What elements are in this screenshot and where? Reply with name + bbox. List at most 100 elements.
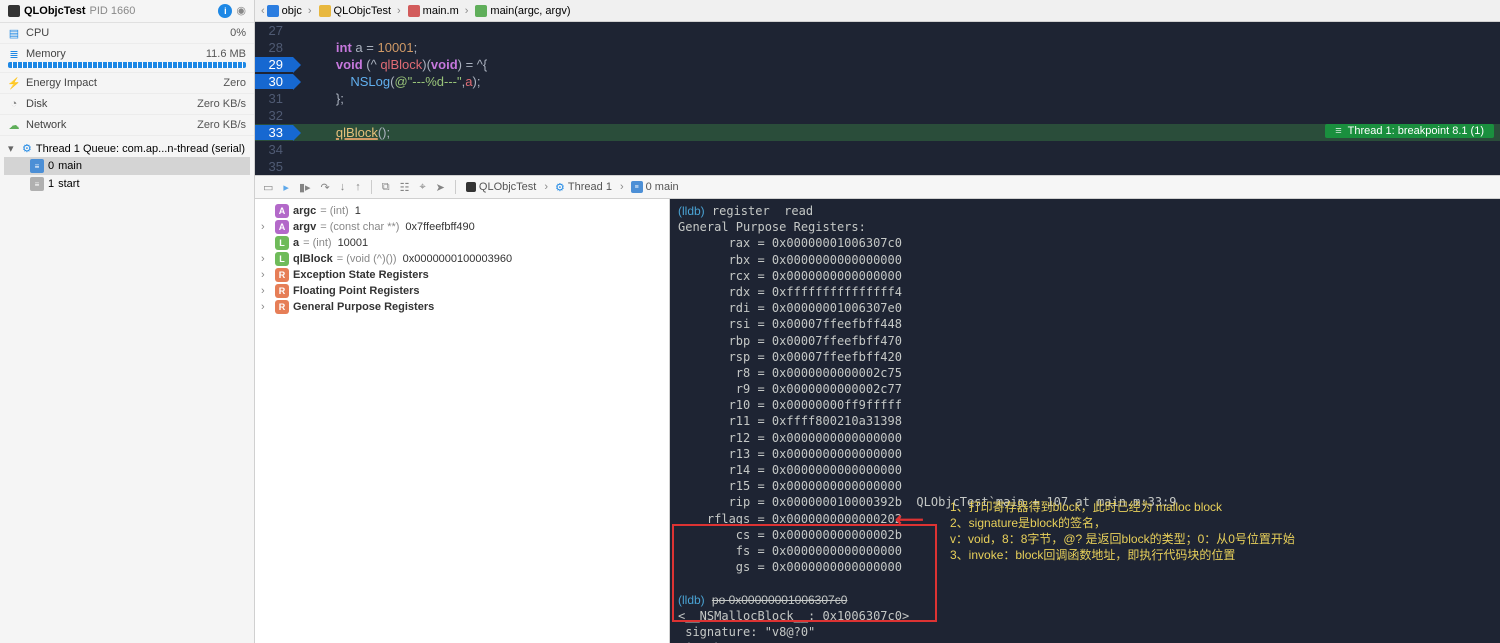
breadcrumb-icon (475, 5, 487, 17)
breadcrumb-segment[interactable]: QLObjcTest (304, 5, 391, 17)
variable-name: a (293, 237, 299, 249)
line-number[interactable]: 31 (255, 91, 293, 106)
metric-row[interactable]: ◔DiskZero KB/s (0, 94, 254, 115)
debug-breadcrumb[interactable]: QLObjcTest ⚙Thread 1 ≡0 main (466, 181, 679, 194)
breadcrumb-segment[interactable]: main(argc, argv) (461, 5, 571, 17)
code-line[interactable]: 27 (255, 22, 1500, 39)
toolbar-separator (455, 180, 456, 194)
step-out-icon[interactable]: ↑ (355, 181, 361, 193)
line-number[interactable]: 29 (255, 57, 293, 72)
variable-value: 1 (355, 205, 361, 217)
code-line[interactable]: 29 void (^ qlBlock)(void) = ^{ (255, 56, 1500, 73)
code-line[interactable]: 31 }; (255, 90, 1500, 107)
frame-name: start (58, 178, 79, 190)
line-number[interactable]: 33 (255, 125, 293, 140)
disclosure-icon[interactable]: › (261, 269, 271, 281)
location-icon[interactable]: ➤ (436, 181, 445, 194)
code-line[interactable]: 34 (255, 141, 1500, 158)
back-icon[interactable]: ‹ (261, 5, 265, 17)
metric-value: Zero KB/s (197, 119, 246, 131)
memory-icon[interactable]: ☷ (400, 181, 410, 194)
debug-crumb-segment[interactable]: ≡0 main (616, 181, 679, 193)
line-number[interactable]: 28 (255, 40, 293, 55)
breakpoint-flag[interactable]: ≡Thread 1: breakpoint 8.1 (1) (1325, 124, 1494, 138)
step-over-icon[interactable]: ↷ (321, 181, 330, 194)
metric-row[interactable]: ☁NetworkZero KB/s (0, 115, 254, 136)
breadcrumb-segment[interactable]: objc (267, 5, 302, 17)
variable-name: argc (293, 205, 316, 217)
variable-row[interactable]: ›RGeneral Purpose Registers (261, 299, 663, 315)
debug-navigator-sidebar: QLObjcTest PID 1660 i ◉ ▤CPU0%≣Memory11.… (0, 0, 255, 643)
variable-row[interactable]: ›Aargv = (const char **) 0x7ffeefbff490 (261, 219, 663, 235)
code-line[interactable]: 33 qlBlock(); ≡Thread 1: breakpoint 8.1 (… (255, 124, 1500, 141)
editor-wrap: 2728 int a = 10001;29 void (^ qlBlock)(v… (255, 22, 1500, 175)
breadcrumb-label: main(argc, argv) (490, 5, 570, 17)
process-pid: PID 1660 (90, 5, 136, 17)
variables-view[interactable]: Aargc = (int) 1›Aargv = (const char **) … (255, 199, 670, 643)
metric-value: 11.6 MB (206, 48, 246, 60)
line-number[interactable]: 34 (255, 142, 293, 157)
main-area: ‹ objc QLObjcTest main.m main(argc, argv) 2… (255, 0, 1500, 643)
code-line[interactable]: 28 int a = 10001; (255, 39, 1500, 56)
continue-icon[interactable]: ▮▸ (299, 181, 311, 194)
eye-icon[interactable]: ◉ (236, 4, 246, 18)
metric-row[interactable]: ▤CPU0% (0, 23, 254, 44)
annotation-text: 2、signature是block的签名， (950, 515, 1106, 531)
hide-debug-icon[interactable]: ▭ (263, 181, 273, 194)
disclosure-icon[interactable]: › (261, 301, 271, 313)
thread-icon: ⚙ (22, 142, 32, 155)
arrow-icon: ⟵ (895, 507, 924, 534)
breadcrumb-label: objc (282, 5, 302, 17)
stack-frame-row[interactable]: ≡ 0 main (4, 157, 250, 175)
line-number[interactable]: 32 (255, 108, 293, 123)
toolbar-separator (371, 180, 372, 194)
code-content: }; (293, 91, 344, 106)
code-line[interactable]: 32 (255, 107, 1500, 124)
frame-num: 0 (48, 160, 54, 172)
disclosure-icon[interactable]: › (261, 253, 271, 265)
variable-row[interactable]: Aargc = (int) 1 (261, 203, 663, 219)
disclosure-icon[interactable]: ▾ (8, 142, 18, 155)
disclosure-icon[interactable]: › (261, 285, 271, 297)
stack-frame-row[interactable]: ≡1 start (4, 175, 250, 193)
thread-label: Thread 1 Queue: com.ap...n-thread (seria… (36, 143, 245, 155)
frame-num: 1 (48, 178, 54, 190)
spray-icon[interactable]: ⌖ (419, 181, 425, 194)
annotation-text: v：void，8：8字节，@? 是返回block的类型；0：从0号位置开始 (950, 531, 1295, 547)
debug-crumb-segment[interactable]: ⚙Thread 1 (540, 181, 612, 194)
metric-label: Disk (26, 98, 191, 110)
code-content: qlBlock(); (293, 125, 390, 140)
code-line[interactable]: 30 NSLog(@"---%d---",a); (255, 73, 1500, 90)
debug-crumb-segment[interactable]: QLObjcTest (466, 181, 536, 193)
lldb-console[interactable]: (lldb) register read General Purpose Reg… (670, 199, 1500, 643)
line-number[interactable]: 35 (255, 159, 293, 174)
variable-row[interactable]: ›RException State Registers (261, 267, 663, 283)
disclosure-icon[interactable]: › (261, 221, 271, 233)
metric-value: Zero (223, 77, 246, 89)
frame-name: main (58, 160, 82, 172)
variable-row[interactable]: ›RFloating Point Registers (261, 283, 663, 299)
disk-icon: ◔ (8, 98, 20, 110)
variable-row[interactable]: La = (int) 10001 (261, 235, 663, 251)
breadcrumb-label: QLObjcTest (334, 5, 391, 17)
code-editor[interactable]: 2728 int a = 10001;29 void (^ qlBlock)(v… (255, 22, 1500, 175)
line-number[interactable]: 30 (255, 74, 293, 89)
variable-name: qlBlock (293, 253, 333, 265)
code-line[interactable]: 35 (255, 158, 1500, 175)
view-icon[interactable]: ⧉ (382, 181, 390, 194)
step-into-icon[interactable]: ↓ (340, 181, 346, 193)
info-icon[interactable]: i (218, 4, 232, 18)
mem-icon: ≣ (8, 48, 20, 60)
thread-row[interactable]: ▾ ⚙ Thread 1 Queue: com.ap...n-thread (s… (4, 140, 250, 157)
line-number[interactable]: 27 (255, 23, 293, 38)
breadcrumb-segment[interactable]: main.m (393, 5, 459, 17)
debug-area: Aargc = (int) 1›Aargv = (const char **) … (255, 199, 1500, 643)
frame-badge: ≡ (30, 159, 44, 173)
breakpoints-icon[interactable]: ▸ (283, 181, 289, 194)
metric-label: CPU (26, 27, 224, 39)
metric-row[interactable]: ≣Memory11.6 MB (0, 44, 254, 73)
variable-value: 0x7ffeefbff490 (405, 221, 474, 233)
variable-row[interactable]: ›LqlBlock = (void (^)()) 0x0000000100003… (261, 251, 663, 267)
metric-row[interactable]: ⚡Energy ImpactZero (0, 73, 254, 94)
breadcrumb-label: main.m (423, 5, 459, 17)
